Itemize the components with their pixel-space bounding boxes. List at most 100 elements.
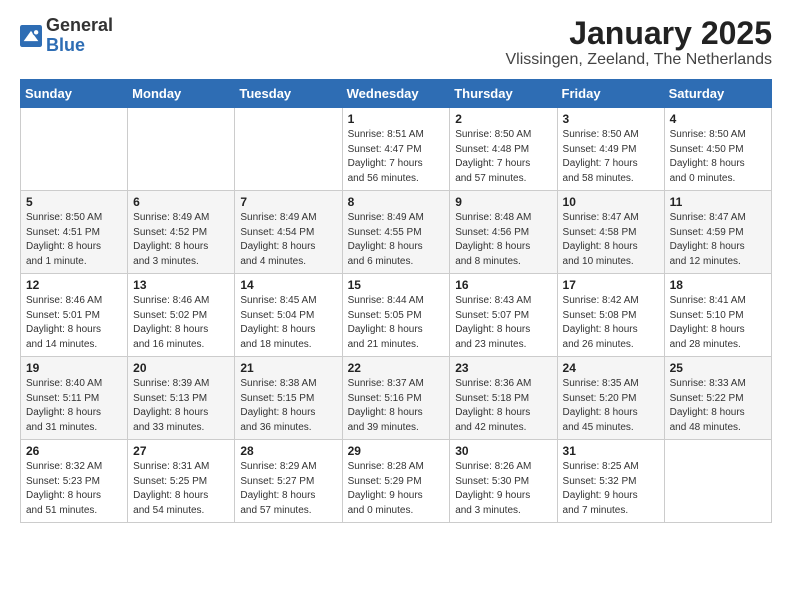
calendar-day-cell: 5 Sunrise: 8:50 AM Sunset: 4:51 PM Daylig…	[21, 191, 128, 274]
weekday-header: Friday	[557, 80, 664, 108]
day-number: 21	[240, 361, 336, 375]
day-info: Sunrise: 8:40 AM Sunset: 5:11 PM Dayligh…	[26, 377, 122, 435]
day-info: Sunrise: 8:33 AM Sunset: 5:22 PM Dayligh…	[670, 377, 766, 435]
day-number: 16	[455, 278, 551, 292]
calendar-day-cell: 22 Sunrise: 8:37 AM Sunset: 5:16 PM Dayli…	[342, 357, 450, 440]
day-info: Sunrise: 8:35 AM Sunset: 5:20 PM Dayligh…	[563, 377, 659, 435]
day-number: 6	[133, 195, 229, 209]
calendar-day-cell: 16 Sunrise: 8:43 AM Sunset: 5:07 PM Dayli…	[450, 274, 557, 357]
calendar-day-cell: 25 Sunrise: 8:33 AM Sunset: 5:22 PM Dayli…	[664, 357, 771, 440]
day-info: Sunrise: 8:50 AM Sunset: 4:49 PM Dayligh…	[563, 128, 659, 186]
day-info: Sunrise: 8:39 AM Sunset: 5:13 PM Dayligh…	[133, 377, 229, 435]
day-info: Sunrise: 8:50 AM Sunset: 4:48 PM Dayligh…	[455, 128, 551, 186]
day-info: Sunrise: 8:37 AM Sunset: 5:16 PM Dayligh…	[348, 377, 445, 435]
day-number: 5	[26, 195, 122, 209]
title-block: January 2025 Vlissingen, Zeeland, The Ne…	[505, 16, 772, 69]
calendar-day-cell	[664, 440, 771, 523]
day-info: Sunrise: 8:25 AM Sunset: 5:32 PM Dayligh…	[563, 460, 659, 518]
calendar-day-cell: 2 Sunrise: 8:50 AM Sunset: 4:48 PM Daylig…	[450, 108, 557, 191]
day-number: 22	[348, 361, 445, 375]
day-info: Sunrise: 8:45 AM Sunset: 5:04 PM Dayligh…	[240, 294, 336, 352]
day-info: Sunrise: 8:50 AM Sunset: 4:51 PM Dayligh…	[26, 211, 122, 269]
calendar-day-cell: 27 Sunrise: 8:31 AM Sunset: 5:25 PM Dayli…	[128, 440, 235, 523]
day-info: Sunrise: 8:48 AM Sunset: 4:56 PM Dayligh…	[455, 211, 551, 269]
day-info: Sunrise: 8:31 AM Sunset: 5:25 PM Dayligh…	[133, 460, 229, 518]
calendar-table: SundayMondayTuesdayWednesdayThursdayFrid…	[20, 79, 772, 523]
day-info: Sunrise: 8:32 AM Sunset: 5:23 PM Dayligh…	[26, 460, 122, 518]
calendar-day-cell: 10 Sunrise: 8:47 AM Sunset: 4:58 PM Dayli…	[557, 191, 664, 274]
day-number: 17	[563, 278, 659, 292]
day-info: Sunrise: 8:51 AM Sunset: 4:47 PM Dayligh…	[348, 128, 445, 186]
calendar-day-cell: 18 Sunrise: 8:41 AM Sunset: 5:10 PM Dayli…	[664, 274, 771, 357]
day-number: 24	[563, 361, 659, 375]
logo-icon	[20, 25, 42, 47]
calendar-day-cell: 23Sunrise: 8:36 AM Sunset: 5:18 PM Dayli…	[450, 357, 557, 440]
day-info: Sunrise: 8:38 AM Sunset: 5:15 PM Dayligh…	[240, 377, 336, 435]
day-number: 25	[670, 361, 766, 375]
calendar-subtitle: Vlissingen, Zeeland, The Netherlands	[505, 51, 772, 69]
day-info: Sunrise: 8:49 AM Sunset: 4:54 PM Dayligh…	[240, 211, 336, 269]
calendar-day-cell: 31 Sunrise: 8:25 AM Sunset: 5:32 PM Dayli…	[557, 440, 664, 523]
day-info: Sunrise: 8:43 AM Sunset: 5:07 PM Dayligh…	[455, 294, 551, 352]
calendar-day-cell: 26 Sunrise: 8:32 AM Sunset: 5:23 PM Dayli…	[21, 440, 128, 523]
day-info: Sunrise: 8:50 AM Sunset: 4:50 PM Dayligh…	[670, 128, 766, 186]
calendar-day-cell: 9 Sunrise: 8:48 AM Sunset: 4:56 PM Daylig…	[450, 191, 557, 274]
day-info: Sunrise: 8:47 AM Sunset: 4:59 PM Dayligh…	[670, 211, 766, 269]
day-number: 23	[455, 361, 551, 375]
day-number: 11	[670, 195, 766, 209]
day-number: 10	[563, 195, 659, 209]
day-number: 19	[26, 361, 122, 375]
logo-text: General Blue	[46, 16, 113, 56]
day-info: Sunrise: 8:42 AM Sunset: 5:08 PM Dayligh…	[563, 294, 659, 352]
day-number: 20	[133, 361, 229, 375]
calendar-day-cell	[21, 108, 128, 191]
calendar-day-cell: 6 Sunrise: 8:49 AM Sunset: 4:52 PM Daylig…	[128, 191, 235, 274]
weekday-header: Sunday	[21, 80, 128, 108]
calendar-day-cell: 14Sunrise: 8:45 AM Sunset: 5:04 PM Dayli…	[235, 274, 342, 357]
weekday-header: Saturday	[664, 80, 771, 108]
day-info: Sunrise: 8:46 AM Sunset: 5:01 PM Dayligh…	[26, 294, 122, 352]
calendar-header-row: SundayMondayTuesdayWednesdayThursdayFrid…	[21, 80, 772, 108]
day-number: 9	[455, 195, 551, 209]
day-number: 7	[240, 195, 336, 209]
day-info: Sunrise: 8:49 AM Sunset: 4:52 PM Dayligh…	[133, 211, 229, 269]
calendar-week-row: 5 Sunrise: 8:50 AM Sunset: 4:51 PM Daylig…	[21, 191, 772, 274]
calendar-day-cell: 30Sunrise: 8:26 AM Sunset: 5:30 PM Dayli…	[450, 440, 557, 523]
calendar-day-cell: 11 Sunrise: 8:47 AM Sunset: 4:59 PM Dayli…	[664, 191, 771, 274]
calendar-week-row: 12Sunrise: 8:46 AM Sunset: 5:01 PM Dayli…	[21, 274, 772, 357]
day-info: Sunrise: 8:41 AM Sunset: 5:10 PM Dayligh…	[670, 294, 766, 352]
calendar-week-row: 1 Sunrise: 8:51 AM Sunset: 4:47 PM Daylig…	[21, 108, 772, 191]
calendar-day-cell	[128, 108, 235, 191]
day-info: Sunrise: 8:28 AM Sunset: 5:29 PM Dayligh…	[348, 460, 445, 518]
calendar-day-cell: 17 Sunrise: 8:42 AM Sunset: 5:08 PM Dayli…	[557, 274, 664, 357]
day-number: 29	[348, 444, 445, 458]
day-number: 28	[240, 444, 336, 458]
calendar-day-cell: 1 Sunrise: 8:51 AM Sunset: 4:47 PM Daylig…	[342, 108, 450, 191]
calendar-day-cell: 19 Sunrise: 8:40 AM Sunset: 5:11 PM Dayli…	[21, 357, 128, 440]
calendar-week-row: 26 Sunrise: 8:32 AM Sunset: 5:23 PM Dayli…	[21, 440, 772, 523]
calendar-day-cell: 12Sunrise: 8:46 AM Sunset: 5:01 PM Dayli…	[21, 274, 128, 357]
calendar-day-cell: 28Sunrise: 8:29 AM Sunset: 5:27 PM Dayli…	[235, 440, 342, 523]
calendar-day-cell: 24 Sunrise: 8:35 AM Sunset: 5:20 PM Dayli…	[557, 357, 664, 440]
calendar-day-cell: 3Sunrise: 8:50 AM Sunset: 4:49 PM Daylig…	[557, 108, 664, 191]
weekday-header: Tuesday	[235, 80, 342, 108]
calendar-day-cell: 15Sunrise: 8:44 AM Sunset: 5:05 PM Dayli…	[342, 274, 450, 357]
day-number: 27	[133, 444, 229, 458]
logo-line2: Blue	[46, 36, 113, 56]
day-number: 26	[26, 444, 122, 458]
day-number: 15	[348, 278, 445, 292]
calendar-title: January 2025	[505, 16, 772, 51]
calendar-day-cell: 20 Sunrise: 8:39 AM Sunset: 5:13 PM Dayli…	[128, 357, 235, 440]
calendar-day-cell: 21 Sunrise: 8:38 AM Sunset: 5:15 PM Dayli…	[235, 357, 342, 440]
day-number: 1	[348, 112, 445, 126]
day-info: Sunrise: 8:46 AM Sunset: 5:02 PM Dayligh…	[133, 294, 229, 352]
day-number: 2	[455, 112, 551, 126]
day-number: 18	[670, 278, 766, 292]
day-number: 30	[455, 444, 551, 458]
day-number: 31	[563, 444, 659, 458]
logo-line1: General	[46, 16, 113, 36]
logo: General Blue	[20, 16, 113, 56]
day-info: Sunrise: 8:49 AM Sunset: 4:55 PM Dayligh…	[348, 211, 445, 269]
day-info: Sunrise: 8:47 AM Sunset: 4:58 PM Dayligh…	[563, 211, 659, 269]
calendar-day-cell: 29 Sunrise: 8:28 AM Sunset: 5:29 PM Dayli…	[342, 440, 450, 523]
